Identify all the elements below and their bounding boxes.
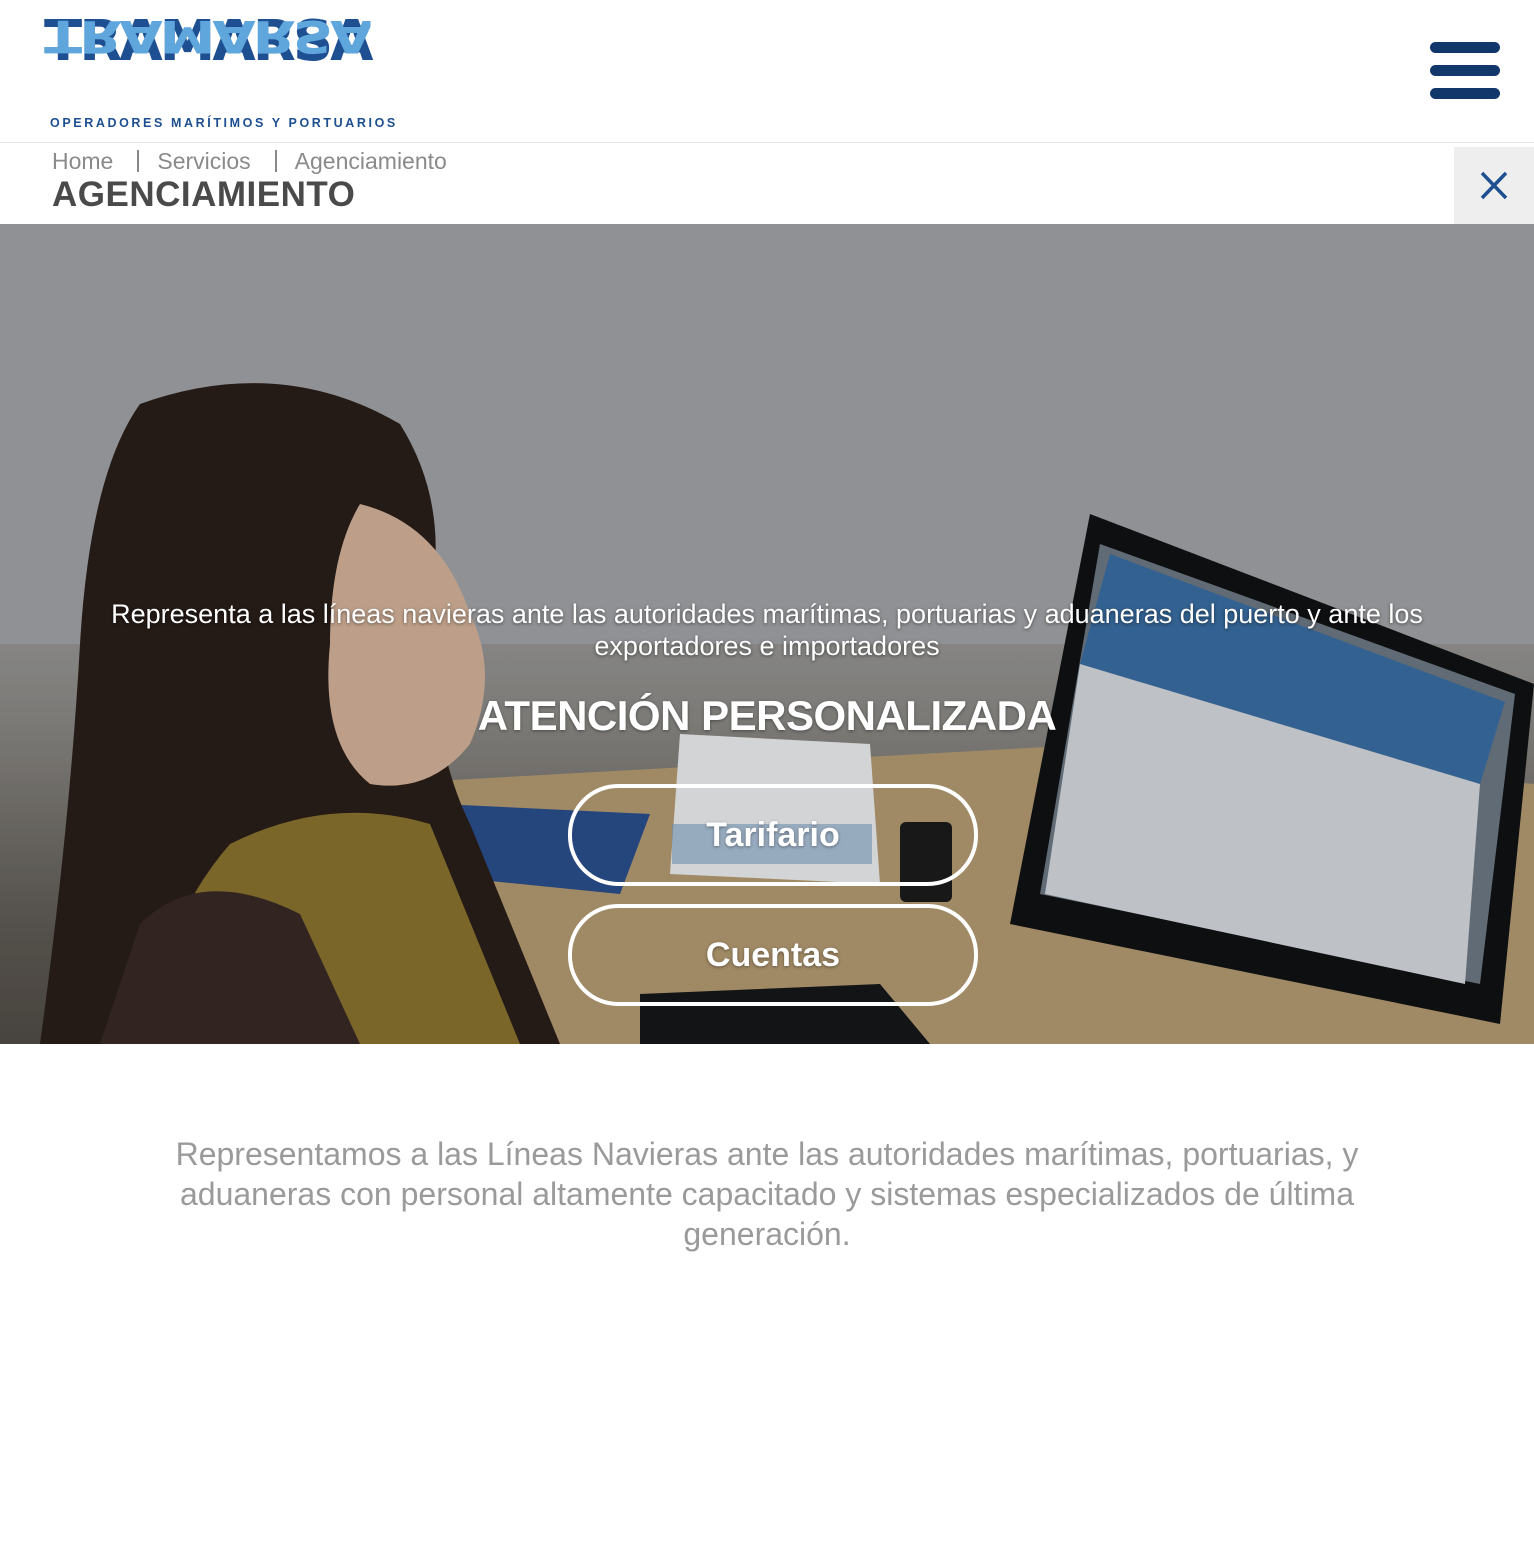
breadcrumb-home[interactable]: Home — [52, 148, 113, 174]
cuentas-button[interactable]: Cuentas — [568, 904, 978, 1006]
breadcrumb-agenciamiento[interactable]: Agenciamiento — [295, 148, 447, 174]
close-icon — [1480, 171, 1508, 200]
close-button[interactable] — [1454, 147, 1534, 224]
breadcrumb-separator — [274, 150, 277, 172]
page-title: AGENCIAMIENTO — [52, 175, 356, 214]
tarifario-button[interactable]: Tarifario — [568, 784, 978, 886]
logo-wave-icon — [44, 63, 413, 75]
site-header: TRAMARSA TRAMARSA OPERADORES MARÍTIMOS Y… — [0, 0, 1534, 143]
logo-reflection: TRAMARSA — [44, 10, 371, 62]
tramarsa-logo[interactable]: TRAMARSA TRAMARSA OPERADORES MARÍTIMOS Y… — [44, 14, 416, 132]
hero-description: Representa a las líneas navieras ante la… — [111, 599, 1423, 661]
intro-text: Representamos a las Líneas Navieras ante… — [175, 1136, 1359, 1252]
breadcrumb-servicios[interactable]: Servicios — [157, 148, 250, 174]
breadcrumb-separator — [137, 150, 140, 172]
hamburger-menu-icon[interactable] — [1430, 42, 1500, 100]
hero-banner: Representa a las líneas navieras ante la… — [0, 224, 1534, 1044]
logo-tagline: OPERADORES MARÍTIMOS Y PORTUARIOS — [50, 116, 398, 130]
page-subheader: Home Servicios Agenciamiento AGENCIAMIENTO — [0, 143, 1534, 224]
breadcrumb: Home Servicios Agenciamiento — [52, 148, 447, 175]
hero-heading: ATENCIÓN PERSONALIZADA — [477, 692, 1057, 739]
